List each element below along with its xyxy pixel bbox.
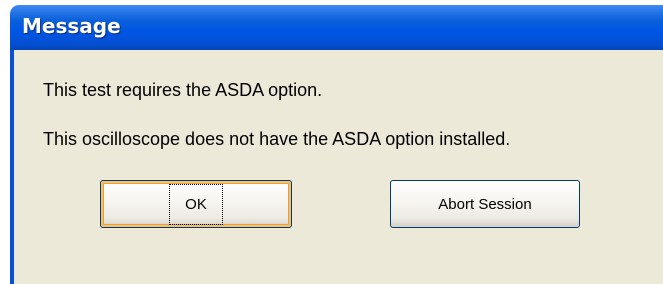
- message-line-1: This test requires the ASDA option.: [43, 80, 323, 100]
- title-bar[interactable]: Message: [0, 0, 663, 50]
- message-line-2: This oscilloscope does not have the ASDA…: [43, 129, 511, 149]
- ok-button[interactable]: OK: [100, 180, 292, 228]
- ok-button-label: OK: [169, 183, 223, 225]
- abort-session-button[interactable]: Abort Session: [390, 180, 580, 228]
- dialog-body: This test requires the ASDA option. This…: [10, 50, 663, 284]
- window-title: Message: [22, 14, 121, 38]
- abort-session-button-label: Abort Session: [438, 195, 532, 213]
- message-dialog: Message This test requires the ASDA opti…: [0, 0, 663, 284]
